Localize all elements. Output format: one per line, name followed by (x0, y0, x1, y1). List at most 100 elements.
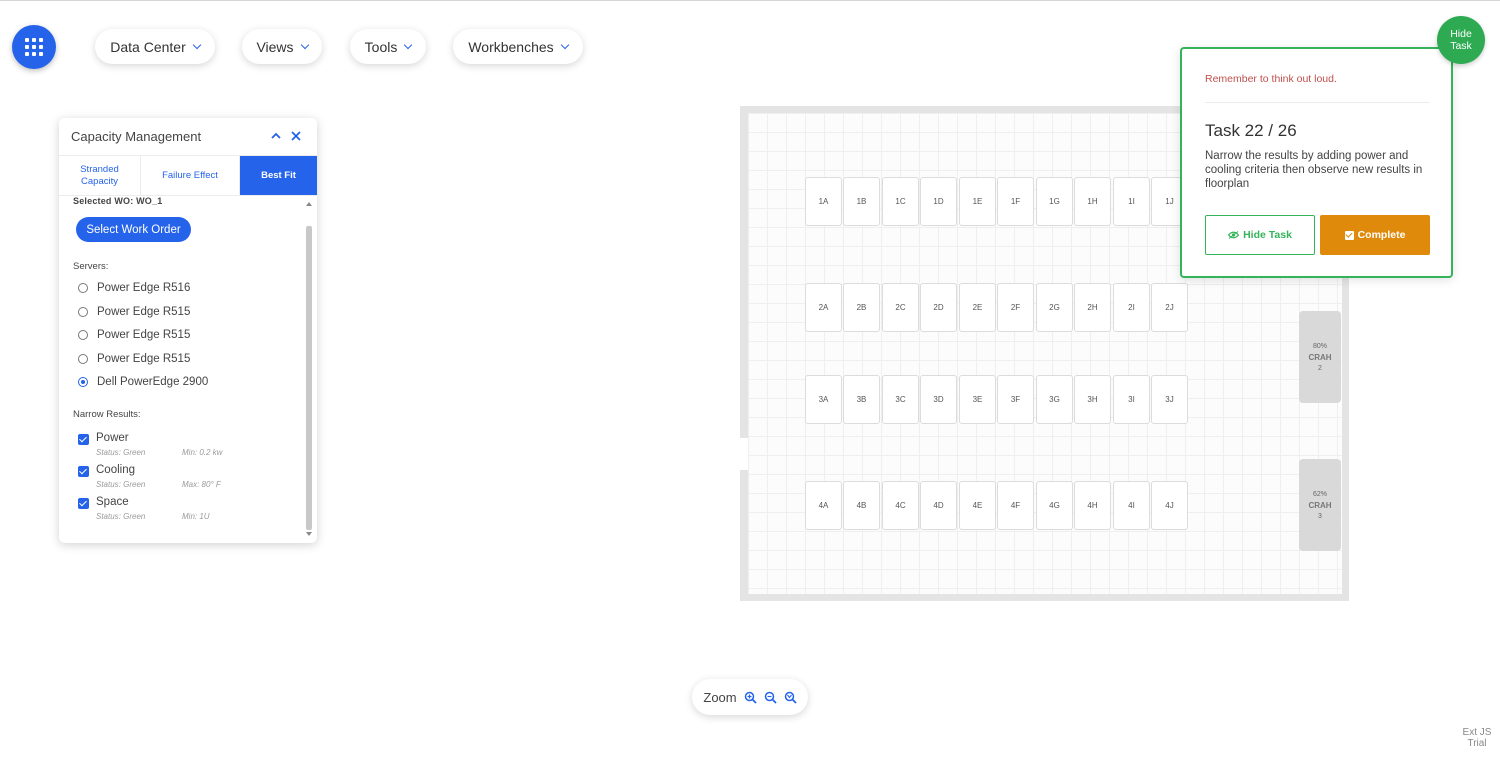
narrow-space[interactable]: Space Status: Green Min: 1U (78, 496, 298, 526)
server-option[interactable]: Power Edge R515 (78, 329, 190, 341)
server-option[interactable]: Power Edge R515 (78, 353, 190, 365)
rack-cell[interactable]: 4C (882, 481, 919, 530)
rack-cell[interactable]: 4J (1151, 481, 1188, 530)
rack-cell[interactable]: 3D (920, 375, 957, 424)
rack-cell[interactable]: 3C (882, 375, 919, 424)
crah-number: 2 (1318, 364, 1322, 372)
server-option[interactable]: Power Edge R516 (78, 282, 190, 294)
rack-cell[interactable]: 2G (1036, 283, 1073, 332)
panel-scrollbar[interactable] (304, 198, 314, 540)
task-title: Task 22 / 26 (1205, 121, 1297, 140)
menu-tools[interactable]: Tools (350, 29, 426, 64)
server-label: Power Edge R515 (97, 353, 191, 365)
menu-data-center[interactable]: Data Center (95, 29, 215, 64)
rack-cell[interactable]: 2D (920, 283, 957, 332)
rack-cell[interactable]: 2A (805, 283, 842, 332)
rack-cell[interactable]: 3I (1113, 375, 1150, 424)
scroll-thumb[interactable] (306, 226, 312, 530)
servers-label: Servers: (73, 261, 109, 272)
checkbox-icon[interactable] (78, 498, 89, 509)
hide-task-button[interactable]: Hide Task (1205, 215, 1315, 255)
menu-views[interactable]: Views (242, 29, 322, 64)
tab-stranded-capacity[interactable]: Stranded Capacity (59, 156, 141, 195)
rack-cell[interactable]: 1H (1074, 177, 1111, 226)
rack-cell[interactable]: 4G (1036, 481, 1073, 530)
rack-cell[interactable]: 4F (997, 481, 1034, 530)
server-option[interactable]: Power Edge R515 (78, 306, 190, 318)
rack-cell[interactable]: 1D (920, 177, 957, 226)
rack-cell[interactable]: 2I (1113, 283, 1150, 332)
rack-cell[interactable]: 3H (1074, 375, 1111, 424)
narrow-limit: Min: 1U (182, 512, 210, 521)
radio-button[interactable] (78, 283, 88, 293)
zoom-reset-icon[interactable] (784, 691, 797, 704)
checkbox-icon (1344, 230, 1354, 240)
rack-cell[interactable]: 2J (1151, 283, 1188, 332)
tab-failure-effect[interactable]: Failure Effect (141, 156, 240, 195)
narrow-status: Status: Green (96, 512, 146, 521)
rack-cell[interactable]: 4E (959, 481, 996, 530)
floorplan-door (740, 438, 748, 470)
tab-best-fit[interactable]: Best Fit (240, 156, 317, 195)
rack-cell[interactable]: 3G (1036, 375, 1073, 424)
server-option-selected[interactable]: Dell PowerEdge 2900 (78, 376, 208, 388)
rack-cell[interactable]: 2C (882, 283, 919, 332)
select-work-order-button[interactable]: Select Work Order (76, 217, 191, 242)
narrow-status: Status: Green (96, 448, 146, 457)
server-label: Power Edge R516 (97, 282, 191, 294)
rack-cell[interactable]: 1F (997, 177, 1034, 226)
checkbox-icon[interactable] (78, 434, 89, 445)
rack-cell[interactable]: 3F (997, 375, 1034, 424)
chevron-down-icon (300, 40, 309, 50)
zoom-out-icon[interactable] (764, 691, 777, 704)
panel-header: Capacity Management (59, 118, 317, 156)
narrow-cooling[interactable]: Cooling Status: Green Max: 80° F (78, 464, 298, 494)
radio-button[interactable] (78, 307, 88, 317)
rack-cell[interactable]: 1C (882, 177, 919, 226)
chevron-down-icon (404, 40, 413, 50)
menu-label: Data Center (110, 38, 186, 55)
menu-workbenches[interactable]: Workbenches (453, 29, 583, 64)
narrow-status: Status: Green (96, 480, 146, 489)
crah-percent: 80% (1312, 342, 1327, 350)
scroll-down-arrow[interactable] (306, 532, 312, 536)
top-border (0, 0, 1500, 1)
complete-button[interactable]: Complete (1320, 215, 1430, 255)
app-launcher-button[interactable] (12, 25, 56, 69)
rack-cell[interactable]: 3J (1151, 375, 1188, 424)
narrow-power[interactable]: Power Status: Green Min: 0.2 kw (78, 432, 298, 462)
radio-button-selected[interactable] (78, 377, 88, 387)
rack-cell[interactable]: 4I (1113, 481, 1150, 530)
radio-button[interactable] (78, 354, 88, 364)
rack-cell[interactable]: 3A (805, 375, 842, 424)
rack-cell[interactable]: 4D (920, 481, 957, 530)
apps-grid-icon (25, 38, 43, 56)
rack-cell[interactable]: 3B (843, 375, 880, 424)
rack-cell[interactable]: 4B (843, 481, 880, 530)
zoom-in-icon[interactable] (744, 691, 757, 704)
hide-task-bubble[interactable]: Hide Task (1437, 16, 1485, 64)
rack-cell[interactable]: 4A (805, 481, 842, 530)
watermark-line: Trial (1467, 738, 1487, 749)
checkbox-icon[interactable] (78, 466, 89, 477)
rack-cell[interactable]: 2B (843, 283, 880, 332)
rack-cell[interactable]: 3E (959, 375, 996, 424)
rack-cell[interactable]: 1E (959, 177, 996, 226)
rack-cell[interactable]: 2F (997, 283, 1034, 332)
scroll-up-arrow[interactable] (306, 202, 312, 206)
crah-unit[interactable]: 80% CRAH 2 (1299, 311, 1341, 403)
rack-cell[interactable]: 4H (1074, 481, 1111, 530)
rack-cell[interactable]: 1I (1113, 177, 1150, 226)
chevron-up-icon[interactable] (269, 129, 283, 143)
rack-cell[interactable]: 2E (959, 283, 996, 332)
rack-cell[interactable]: 1B (843, 177, 880, 226)
rack-cell[interactable]: 2H (1074, 283, 1111, 332)
zoom-control: Zoom (692, 679, 808, 715)
crah-unit[interactable]: 62% CRAH 3 (1299, 459, 1341, 551)
rack-cell[interactable]: 1A (805, 177, 842, 226)
crah-number: 3 (1318, 512, 1322, 520)
radio-button[interactable] (78, 330, 88, 340)
rack-cell[interactable]: 1G (1036, 177, 1073, 226)
close-icon[interactable] (289, 129, 303, 143)
narrow-label: Power (96, 432, 129, 444)
